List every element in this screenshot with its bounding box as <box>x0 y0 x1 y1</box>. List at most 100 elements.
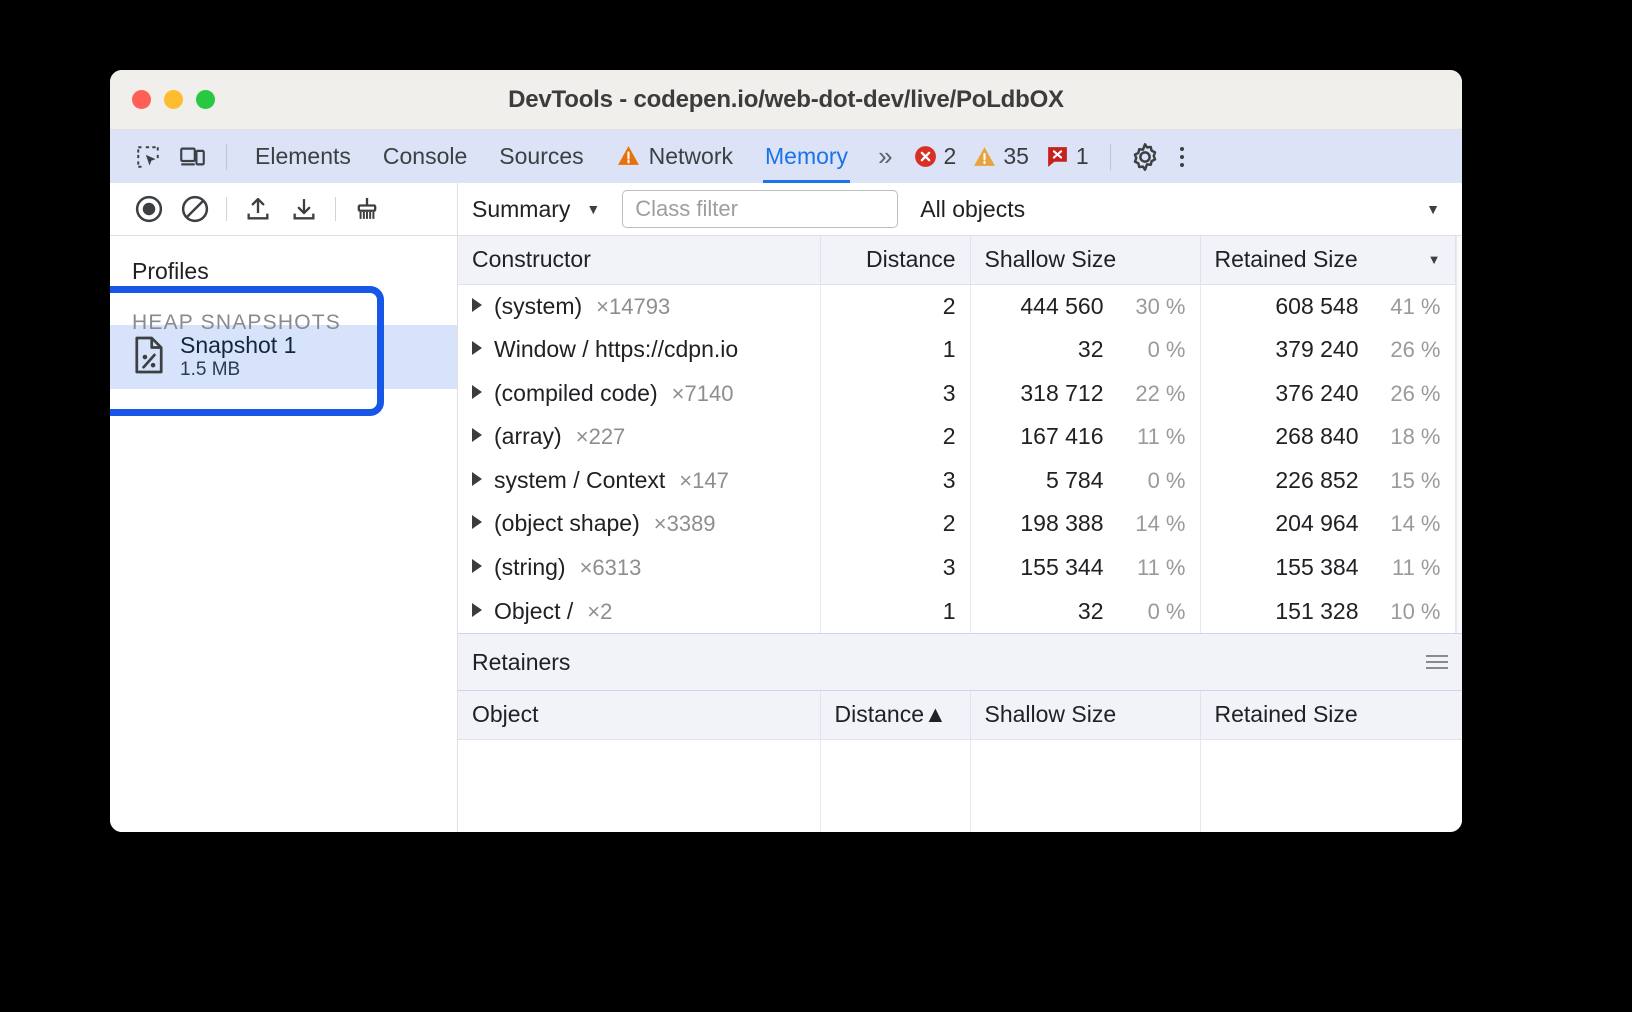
expand-triangle-icon[interactable] <box>472 559 482 573</box>
expand-triangle-icon[interactable] <box>472 341 482 355</box>
column-header-ret-retained-size[interactable]: Retained Size <box>1200 691 1462 739</box>
chevron-down-icon-2[interactable]: ▼ <box>1426 201 1440 217</box>
error-counter[interactable]: 2 <box>913 143 957 170</box>
shallow-size-value: 5 784 <box>1046 467 1104 493</box>
instance-count: ×3389 <box>654 511 716 536</box>
collect-garbage-icon[interactable] <box>344 189 390 229</box>
cell-constructor[interactable]: (object shape)×3389 <box>458 502 820 546</box>
cell-distance: 3 <box>820 546 970 590</box>
cell-shallow-size: 5 7840 % <box>970 459 1200 503</box>
cell-distance: 3 <box>820 371 970 415</box>
record-icon[interactable] <box>126 189 172 229</box>
constructor-name: (compiled code) <box>494 380 658 406</box>
shallow-size-value: 198 388 <box>1020 510 1103 536</box>
snapshot-name: Snapshot 1 <box>180 333 296 359</box>
cell-constructor[interactable]: (system)×14793 <box>458 284 820 328</box>
constructor-name: system / Context <box>494 467 665 493</box>
expand-triangle-icon[interactable] <box>472 472 482 486</box>
cell-retained-size: 226 85215 % <box>1200 459 1455 503</box>
expand-triangle-icon[interactable] <box>472 428 482 442</box>
cell-constructor[interactable]: (compiled code)×7140 <box>458 371 820 415</box>
cell-distance: 1 <box>820 589 970 633</box>
heap-snapshots-section-label: HEAP SNAPSHOTS <box>110 285 457 325</box>
table-row[interactable]: (object shape)×33892198 38814 %204 96414… <box>458 502 1455 546</box>
constructor-name: Object / <box>494 598 573 624</box>
column-header-ret-distance[interactable]: Distance▲ <box>820 691 970 739</box>
column-header-object[interactable]: Object <box>458 691 820 739</box>
column-header-retained-size[interactable]: Retained Size ▼ <box>1200 236 1455 284</box>
tab-elements[interactable]: Elements <box>239 130 367 183</box>
inspect-icon[interactable] <box>126 137 170 177</box>
tab-label: Console <box>383 143 467 170</box>
memory-main: Constructor Distance Shallow Size Retain… <box>458 236 1462 832</box>
retained-size-percent: 10 % <box>1375 599 1441 625</box>
shallow-size-percent: 22 % <box>1120 381 1186 407</box>
hamburger-icon[interactable] <box>1426 655 1448 669</box>
instance-count: ×2 <box>587 599 612 624</box>
cell-constructor[interactable]: system / Context×147 <box>458 459 820 503</box>
column-header-ret-shallow-size[interactable]: Shallow Size <box>970 691 1200 739</box>
tab-network[interactable]: Network <box>600 130 749 183</box>
clear-icon[interactable] <box>172 189 218 229</box>
retainers-header-bar: Retainers <box>458 633 1462 691</box>
tab-sources[interactable]: Sources <box>483 130 599 183</box>
warning-counter[interactable]: 35 <box>972 143 1029 170</box>
class-filter-input[interactable]: Class filter <box>622 190 898 228</box>
instance-count: ×227 <box>576 424 626 449</box>
shallow-size-percent: 14 % <box>1120 511 1186 537</box>
table-row[interactable]: (system)×147932444 56030 %608 54841 % <box>458 284 1455 328</box>
cell-constructor[interactable]: Window / https://cdpn.io <box>458 328 820 372</box>
summary-grid: Constructor Distance Shallow Size Retain… <box>458 236 1456 633</box>
sidebar-item-snapshot-1[interactable]: Snapshot 1 1.5 MB <box>110 325 457 389</box>
cell-constructor[interactable]: Object / ×2 <box>458 589 820 633</box>
memory-toolbar: Summary ▼ Class filter All objects ▼ <box>110 183 1462 236</box>
table-row[interactable]: Window / https://cdpn.io1320 %379 24026 … <box>458 328 1455 372</box>
cell-retained-size: 268 84018 % <box>1200 415 1455 459</box>
error-count: 2 <box>944 143 957 170</box>
column-header-distance[interactable]: Distance <box>820 236 970 284</box>
shallow-size-percent: 11 % <box>1120 424 1186 450</box>
table-row[interactable]: (string)×63133155 34411 %155 38411 % <box>458 546 1455 590</box>
cell-retained-size: 608 54841 % <box>1200 284 1455 328</box>
objects-select[interactable]: All objects <box>920 196 1025 223</box>
tab-label: Memory <box>765 143 848 170</box>
kebab-menu-icon[interactable] <box>1167 147 1197 167</box>
retained-size-value: 155 384 <box>1275 554 1358 580</box>
gear-icon[interactable] <box>1123 137 1167 177</box>
column-header-constructor[interactable]: Constructor <box>458 236 820 284</box>
shallow-size-value: 167 416 <box>1020 423 1103 449</box>
shallow-size-value: 444 560 <box>1020 293 1103 319</box>
close-window-button[interactable] <box>132 90 151 109</box>
table-row[interactable]: (array)×2272167 41611 %268 84018 % <box>458 415 1455 459</box>
retainers-empty-cell <box>820 739 970 832</box>
constructor-name: Window / https://cdpn.io <box>494 336 738 362</box>
expand-triangle-icon[interactable] <box>472 515 482 529</box>
retained-size-value: 268 840 <box>1275 423 1358 449</box>
table-row[interactable]: system / Context×14735 7840 %226 85215 % <box>458 459 1455 503</box>
issue-counter[interactable]: 1 <box>1045 143 1089 170</box>
load-icon[interactable] <box>235 189 281 229</box>
retainers-grid-wrap: Object Distance▲ Shallow Size Retained S… <box>458 691 1462 832</box>
cell-constructor[interactable]: (string)×6313 <box>458 546 820 590</box>
table-row[interactable]: (compiled code)×71403318 71222 %376 2402… <box>458 371 1455 415</box>
summary-grid-scrollbar[interactable] <box>1456 236 1463 633</box>
device-toolbar-icon[interactable] <box>170 137 214 177</box>
tab-memory[interactable]: Memory <box>749 130 864 183</box>
shallow-size-percent: 30 % <box>1120 294 1186 320</box>
minimize-window-button[interactable] <box>164 90 183 109</box>
toolbar-divider-4 <box>335 197 336 221</box>
window-titlebar: DevTools - codepen.io/web-dot-dev/live/P… <box>110 70 1462 130</box>
more-tabs-icon[interactable]: » <box>864 141 902 172</box>
cell-shallow-size: 155 34411 % <box>970 546 1200 590</box>
zoom-window-button[interactable] <box>196 90 215 109</box>
view-select[interactable]: Summary ▼ <box>472 196 600 223</box>
cell-constructor[interactable]: (array)×227 <box>458 415 820 459</box>
table-row[interactable]: Object /×21320 %151 32810 % <box>458 589 1455 633</box>
expand-triangle-icon[interactable] <box>472 298 482 312</box>
column-header-shallow-size[interactable]: Shallow Size <box>970 236 1200 284</box>
expand-triangle-icon[interactable] <box>472 385 482 399</box>
expand-triangle-icon[interactable] <box>472 603 482 617</box>
class-filter-placeholder: Class filter <box>635 196 738 222</box>
save-icon[interactable] <box>281 189 327 229</box>
tab-console[interactable]: Console <box>367 130 483 183</box>
